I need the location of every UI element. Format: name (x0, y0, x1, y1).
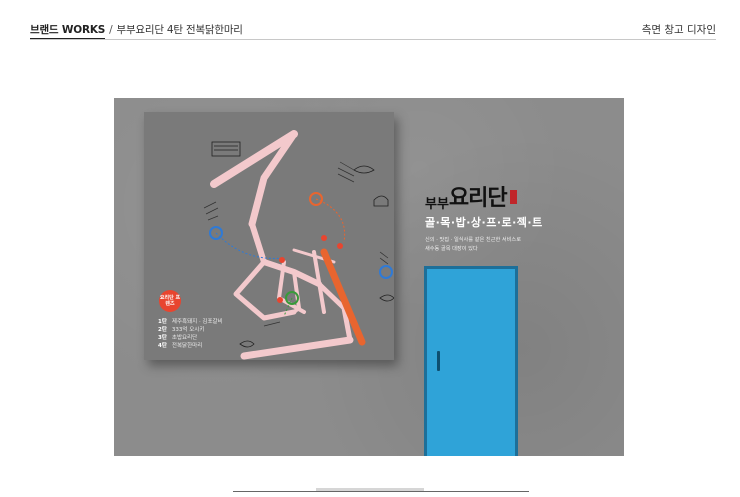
connector-blue (215, 232, 285, 259)
breadcrumb-separator: / (109, 24, 113, 36)
marker-blue-2 (379, 265, 393, 279)
friends-badge: 요리단 프렌즈 (159, 290, 181, 312)
presentation-slide: 브랜드 WORKS / 부부요리단 4탄 전복닭한마리 측면 창고 디자인 요리… (0, 0, 740, 497)
header: 브랜드 WORKS / 부부요리단 4탄 전복닭한마리 측면 창고 디자인 (30, 22, 716, 40)
legend-row: 2탄 333억 오시키 (158, 327, 205, 333)
project-description: 신의 · 맛집 · 일식사를 같은 친근한 서비스로 새수동 골목 대장이 있다 (425, 237, 521, 252)
project-title: 골·목·밥·상·프·로·젝·트 (425, 216, 543, 229)
red-seal-icon (509, 190, 517, 204)
legend-row: 4탄 전복닭한마리 (158, 343, 203, 349)
header-divider (30, 39, 716, 40)
legend-row: 1탄 제주흑돼지 · 김포갈비 (158, 319, 223, 325)
wall-mockup: 요리단 프렌즈 1탄 제주흑돼지 · 김포갈비 2탄 333억 오시키 3탄 초밥요리… (114, 98, 624, 456)
pin-4 (277, 297, 283, 303)
pin-1 (279, 257, 285, 263)
breadcrumb-project: 부부요리단 4탄 전복닭한마리 (116, 24, 243, 36)
poster-legend: 1탄 제주흑돼지 · 김포갈비 2탄 333억 오시키 3탄 초밥요리단 4탄 전복닭한… (158, 318, 223, 350)
brand-signage: 부부요리단 골·목·밥·상·프·로·젝·트 신의 · 맛집 · 일식사를 같은 … (425, 180, 605, 254)
brand-logo: 부부요리단 (425, 180, 605, 212)
connector-orange (315, 198, 346, 243)
breadcrumb-brand[interactable]: 브랜드 WORKS (30, 24, 105, 40)
pin-3 (337, 243, 343, 249)
footer-tab (316, 488, 424, 491)
footer-line (233, 491, 529, 492)
legend-row: 3탄 초밥요리단 (158, 335, 198, 341)
pin-2 (321, 235, 327, 241)
page-label: 측면 창고 디자인 (641, 24, 716, 36)
warehouse-door (424, 266, 518, 456)
map-roads (210, 130, 354, 360)
breadcrumb: 브랜드 WORKS / 부부요리단 4탄 전복닭한마리 (30, 22, 243, 40)
map-poster: 요리단 프렌즈 1탄 제주흑돼지 · 김포갈비 2탄 333억 오시키 3탄 초밥요리… (144, 112, 394, 360)
door-handle (437, 351, 440, 371)
